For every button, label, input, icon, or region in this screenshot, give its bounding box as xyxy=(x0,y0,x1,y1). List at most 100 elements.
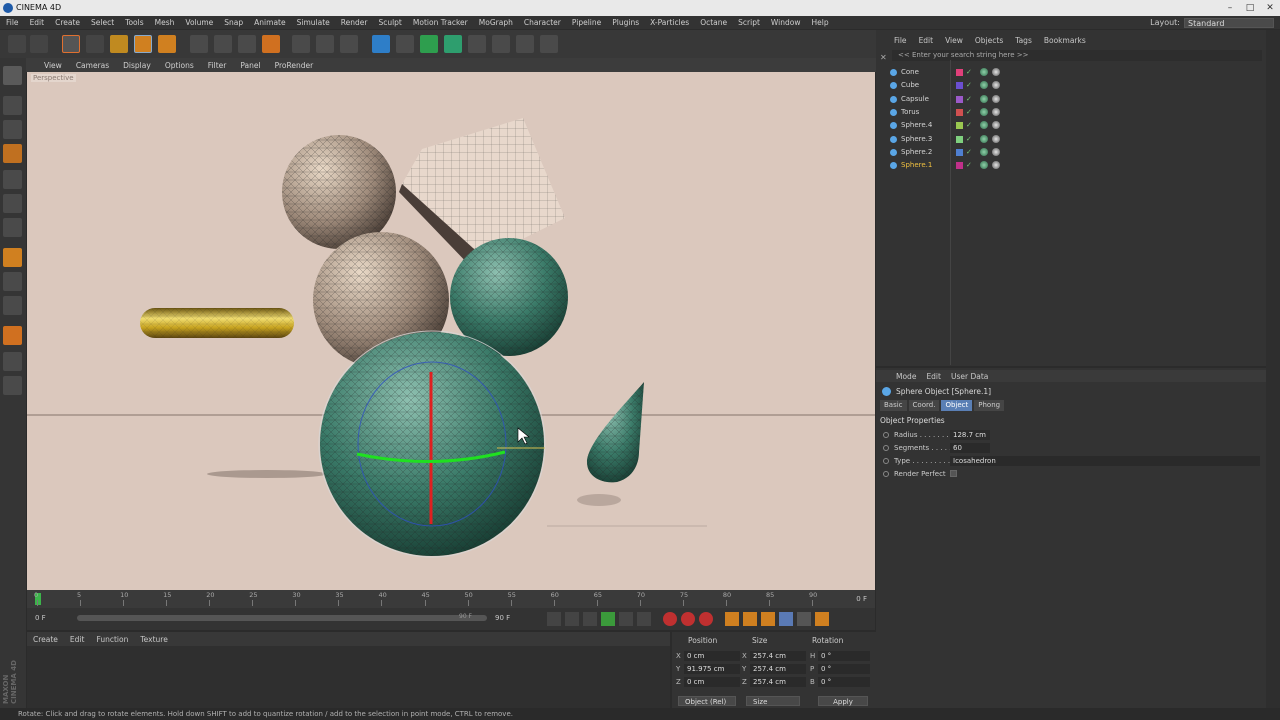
attribute-value-field[interactable]: Icosahedron xyxy=(950,456,1260,466)
menu-select[interactable]: Select xyxy=(91,18,114,27)
viewport-menu-view[interactable]: View xyxy=(44,61,62,70)
layer-color-swatch[interactable] xyxy=(956,69,963,76)
material-menu-create[interactable]: Create xyxy=(33,635,58,644)
redo-icon[interactable] xyxy=(30,35,48,53)
visibility-check-icon[interactable]: ✓ xyxy=(966,93,972,106)
menu-motion-tracker[interactable]: Motion Tracker xyxy=(413,18,468,27)
object-row-torus[interactable]: Torus ✓ xyxy=(886,106,1256,119)
menu-pipeline[interactable]: Pipeline xyxy=(572,18,601,27)
attribute-value-field[interactable]: 128.7 cm xyxy=(950,430,990,440)
viewport-menu-options[interactable]: Options xyxy=(165,61,194,70)
phong-tag-icon[interactable] xyxy=(980,68,988,76)
layer-color-swatch[interactable] xyxy=(956,135,963,143)
menu-octane[interactable]: Octane xyxy=(700,18,727,27)
rotate-tool-icon[interactable] xyxy=(134,35,152,53)
object-menu-view[interactable]: View xyxy=(945,36,963,45)
keyframe-dot-icon[interactable] xyxy=(883,445,889,451)
attribute-menu-mode[interactable]: Mode xyxy=(896,372,916,381)
grid-icon[interactable] xyxy=(3,376,22,395)
floor-icon[interactable] xyxy=(492,35,510,53)
position-y-field[interactable]: 91.975 cm xyxy=(684,664,740,674)
scale-tool-icon[interactable] xyxy=(110,35,128,53)
menu-x-particles[interactable]: X-Particles xyxy=(650,18,689,27)
visibility-check-icon[interactable]: ✓ xyxy=(966,133,972,146)
model-mode-icon[interactable] xyxy=(3,96,22,115)
edges-mode-icon[interactable] xyxy=(3,194,22,213)
menu-edit[interactable]: Edit xyxy=(30,18,45,27)
phong-tag-icon[interactable] xyxy=(980,147,988,156)
visibility-check-icon[interactable]: ✓ xyxy=(966,119,972,132)
keyframe-dot-icon[interactable] xyxy=(883,471,889,477)
parameter-key-icon[interactable] xyxy=(779,612,793,626)
step-forward-icon[interactable] xyxy=(619,612,633,626)
maximize-button[interactable]: □ xyxy=(1240,0,1260,16)
phong-tag-icon[interactable] xyxy=(980,161,988,170)
material-tag-icon[interactable] xyxy=(992,68,1000,76)
material-menu-texture[interactable]: Texture xyxy=(140,635,167,644)
rotation-key-icon[interactable] xyxy=(761,612,775,626)
timeline-window-icon[interactable] xyxy=(815,612,829,626)
menu-create[interactable]: Create xyxy=(55,18,80,27)
material-menu-edit[interactable]: Edit xyxy=(70,635,85,644)
render-settings-icon[interactable] xyxy=(340,35,358,53)
menu-window[interactable]: Window xyxy=(771,18,801,27)
frame-range-slider[interactable] xyxy=(77,615,487,621)
layer-color-swatch[interactable] xyxy=(956,82,963,90)
attribute-menu-edit[interactable]: Edit xyxy=(926,372,941,381)
menu-animate[interactable]: Animate xyxy=(254,18,285,27)
tweak-mode-icon[interactable] xyxy=(3,272,22,291)
object-row-sphere-2[interactable]: Sphere.2 ✓ xyxy=(886,146,1256,159)
live-selection-icon[interactable] xyxy=(62,35,80,53)
menu-snap[interactable]: Snap xyxy=(224,18,243,27)
phong-tag-icon[interactable] xyxy=(980,134,988,143)
enable-axis-icon[interactable] xyxy=(3,248,22,267)
menu-simulate[interactable]: Simulate xyxy=(297,18,330,27)
scale-key-icon[interactable] xyxy=(743,612,757,626)
object-row-cube[interactable]: Cube ✓ xyxy=(886,79,1256,92)
menu-render[interactable]: Render xyxy=(341,18,368,27)
workplane-icon[interactable] xyxy=(3,144,22,163)
object-row-sphere-4[interactable]: Sphere.4 ✓ xyxy=(886,119,1256,132)
search-close-icon[interactable]: ✕ xyxy=(880,53,887,62)
play-icon[interactable] xyxy=(601,612,615,626)
position-key-icon[interactable] xyxy=(725,612,739,626)
tab-coord[interactable]: Coord. xyxy=(908,400,940,411)
recent-tool-icon[interactable] xyxy=(158,35,176,53)
step-back-icon[interactable] xyxy=(565,612,579,626)
material-tag-icon[interactable] xyxy=(992,94,1000,103)
menu-sculpt[interactable]: Sculpt xyxy=(378,18,401,27)
light-icon[interactable] xyxy=(540,35,558,53)
layer-color-swatch[interactable] xyxy=(956,148,963,156)
layer-color-swatch[interactable] xyxy=(956,122,963,130)
go-to-end-icon[interactable] xyxy=(637,612,651,626)
object-row-cone[interactable]: Cone ✓ xyxy=(886,66,1256,79)
visibility-check-icon[interactable]: ✓ xyxy=(966,159,972,172)
layer-color-swatch[interactable] xyxy=(956,95,963,103)
make-editable-icon[interactable] xyxy=(3,66,22,85)
object-menu-file[interactable]: File xyxy=(894,36,907,45)
size-z-field[interactable]: 257.4 cm xyxy=(750,677,806,687)
menu-file[interactable]: File xyxy=(6,18,19,27)
undo-icon[interactable] xyxy=(8,35,26,53)
camera-icon[interactable] xyxy=(516,35,534,53)
menu-script[interactable]: Script xyxy=(738,18,760,27)
object-row-sphere-1[interactable]: Sphere.1 ✓ xyxy=(886,159,1256,172)
move-tool-icon[interactable] xyxy=(86,35,104,53)
position-z-field[interactable]: 0 cm xyxy=(684,677,740,687)
record-keys-icon[interactable] xyxy=(663,612,677,626)
phong-tag-icon[interactable] xyxy=(980,121,988,130)
x-axis-lock-icon[interactable] xyxy=(190,35,208,53)
cloner-icon[interactable] xyxy=(444,35,462,53)
size-x-field[interactable]: 257.4 cm xyxy=(750,651,806,661)
phong-tag-icon[interactable] xyxy=(980,81,988,90)
visibility-check-icon[interactable]: ✓ xyxy=(966,66,972,79)
object-menu-edit[interactable]: Edit xyxy=(919,36,934,45)
size-y-field[interactable]: 257.4 cm xyxy=(750,664,806,674)
object-menu-tags[interactable]: Tags xyxy=(1015,36,1032,45)
material-tag-icon[interactable] xyxy=(992,161,1000,170)
layer-color-swatch[interactable] xyxy=(956,162,963,170)
viewport-menu-display[interactable]: Display xyxy=(123,61,151,70)
position-x-field[interactable]: 0 cm xyxy=(684,651,740,661)
locked-workplane-icon[interactable] xyxy=(3,326,22,345)
object-menu-bookmarks[interactable]: Bookmarks xyxy=(1044,36,1086,45)
